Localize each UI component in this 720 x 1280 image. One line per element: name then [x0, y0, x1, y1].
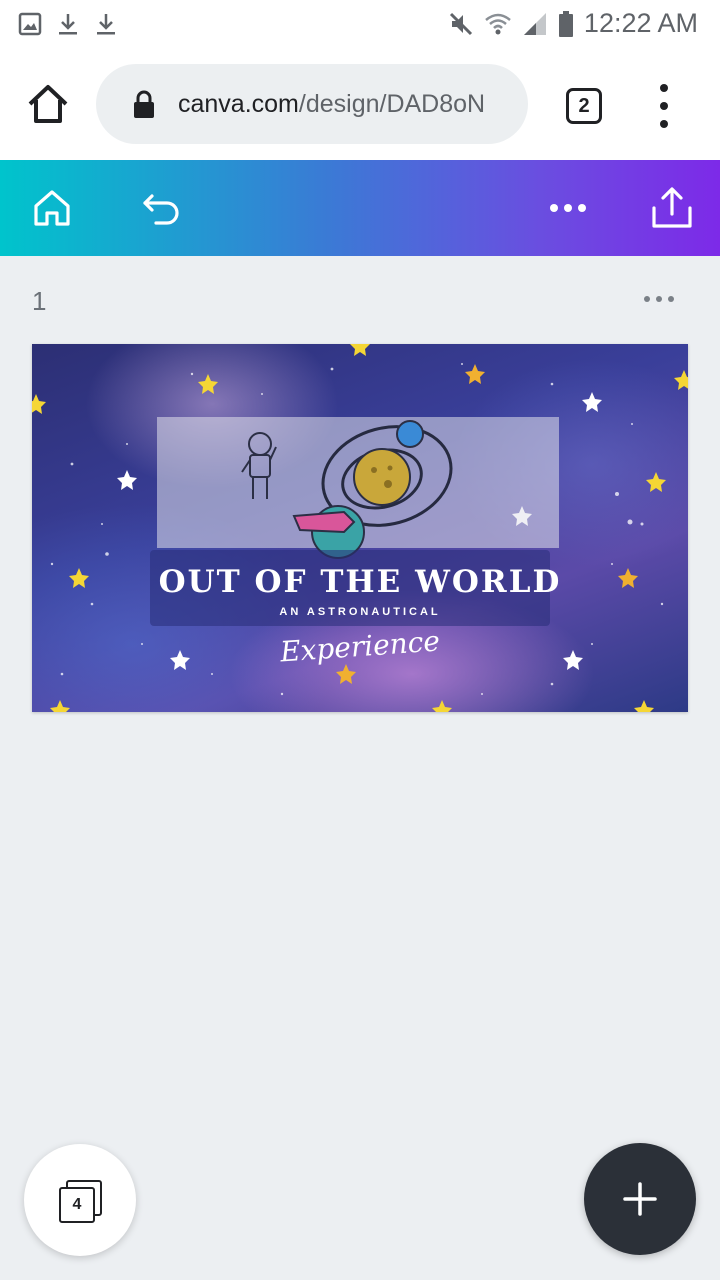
url-host: canva.com — [178, 89, 299, 118]
more-icon[interactable] — [546, 186, 590, 230]
share-icon[interactable] — [650, 186, 694, 230]
plus-icon — [623, 1182, 657, 1216]
battery-icon — [558, 10, 573, 37]
browser-toolbar: canva.com/design/DAD8oN 2 — [0, 48, 720, 160]
sun-icon — [353, 448, 411, 506]
editor-toolbar — [0, 160, 720, 256]
download-icon — [97, 14, 115, 35]
planet-icon — [396, 420, 424, 448]
browser-menu-button[interactable] — [652, 84, 676, 128]
menu-dot — [660, 84, 668, 92]
menu-dot — [644, 296, 650, 302]
undo-icon[interactable] — [140, 186, 184, 230]
wifi-icon — [485, 13, 511, 34]
tab-switcher-button[interactable]: 2 — [566, 88, 602, 124]
status-time: 12:22 AM — [583, 8, 698, 38]
page-count-badge: 4 — [59, 1187, 95, 1223]
page-area: 1 OUT OF THE WORLD AN ASTRONAUTICAL Expe… — [0, 256, 720, 1280]
browser-home-icon[interactable] — [26, 82, 70, 126]
page-options-button[interactable] — [644, 296, 674, 302]
mute-icon — [449, 12, 472, 35]
address-bar[interactable]: canva.com/design/DAD8oN — [96, 64, 528, 144]
page-number: 1 — [32, 286, 47, 316]
url-path: /design/DAD8oN — [298, 89, 486, 118]
url-text: canva.com/design/DAD8oN — [178, 90, 485, 119]
menu-dot — [668, 296, 674, 302]
lock-icon — [134, 90, 154, 118]
add-element-button[interactable] — [584, 1143, 696, 1255]
menu-dot — [660, 102, 668, 110]
home-icon[interactable] — [30, 186, 74, 230]
menu-dot — [660, 120, 668, 128]
status-bar: 12:22 AM — [0, 0, 720, 48]
download-icon — [59, 14, 77, 35]
menu-dot — [656, 296, 662, 302]
signal-icon — [523, 12, 546, 35]
pages-button[interactable]: 4 — [24, 1144, 136, 1256]
image-icon — [18, 12, 42, 36]
design-canvas[interactable]: OUT OF THE WORLD AN ASTRONAUTICAL Experi… — [32, 344, 688, 712]
design-title: OUT OF THE WORLD — [158, 564, 562, 600]
astronaut-icon — [241, 432, 277, 499]
tab-count: 2 — [578, 94, 590, 117]
page-count: 4 — [72, 1196, 82, 1213]
